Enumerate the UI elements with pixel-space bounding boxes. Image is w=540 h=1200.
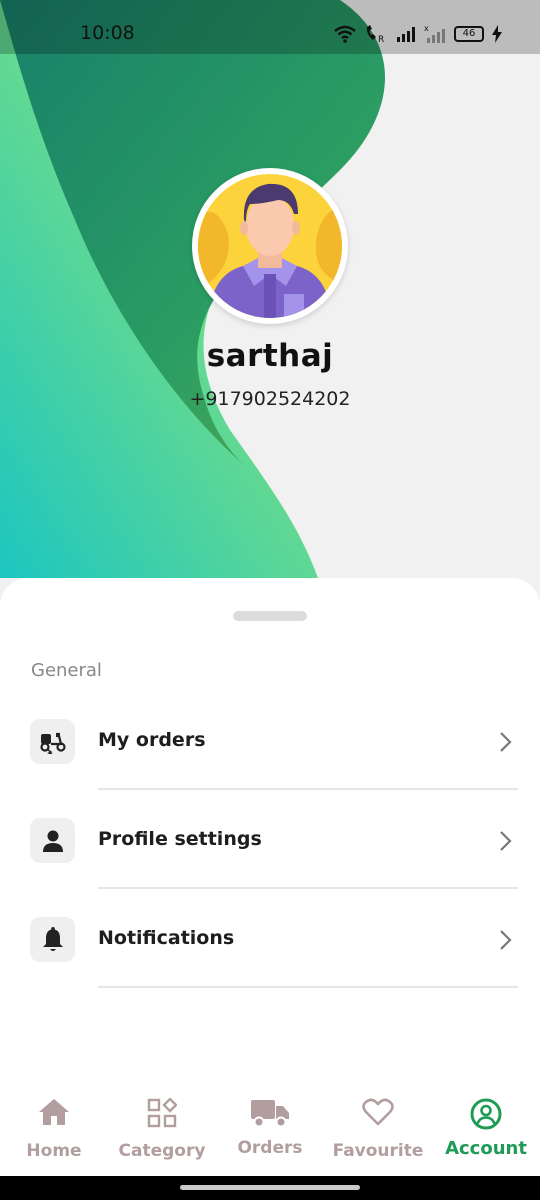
truck-icon <box>216 1098 324 1128</box>
nav-home[interactable]: Home <box>0 1088 108 1176</box>
profile-phone: +917902524202 <box>189 388 351 410</box>
battery-indicator: 46 <box>454 26 484 42</box>
category-grid-icon <box>108 1098 216 1128</box>
menu-item-label: Notifications <box>98 927 235 949</box>
svg-text:R: R <box>378 35 384 44</box>
charging-icon <box>492 25 502 43</box>
nav-account[interactable]: Account <box>432 1088 540 1176</box>
nav-orders[interactable]: Orders <box>216 1088 324 1176</box>
status-bar: 10:08 R x 46 <box>0 0 540 54</box>
avatar-image <box>198 174 342 318</box>
menu-item-my-orders[interactable]: My orders <box>0 578 540 790</box>
wifi-icon <box>334 25 356 43</box>
bell-icon <box>30 917 75 962</box>
account-menu-sheet: General My orders Profile settings Notif… <box>0 578 540 1098</box>
menu-item-profile-settings[interactable]: Profile settings <box>0 677 540 889</box>
avatar[interactable] <box>192 168 348 324</box>
divider <box>98 986 518 988</box>
signal-no-service-icon: x <box>424 24 445 43</box>
divider <box>98 887 518 889</box>
menu-item-notifications[interactable]: Notifications <box>0 776 540 988</box>
nav-category[interactable]: Category <box>108 1088 216 1176</box>
status-icons: R x 46 <box>334 22 502 46</box>
nav-label: Home <box>26 1141 82 1161</box>
signal-strength-icon <box>397 27 415 42</box>
home-gesture-pill[interactable] <box>180 1185 360 1190</box>
svg-text:x: x <box>424 24 429 33</box>
system-navigation-bar <box>0 1176 540 1200</box>
status-time: 10:08 <box>80 22 135 44</box>
nav-label: Orders <box>237 1138 303 1158</box>
nav-label: Account <box>445 1138 527 1159</box>
account-circle-icon <box>432 1098 540 1130</box>
profile-name: sarthaj <box>206 338 334 374</box>
nav-label: Category <box>118 1141 206 1161</box>
home-icon <box>0 1098 108 1126</box>
wifi-calling-icon: R <box>366 25 384 44</box>
chevron-right-icon <box>500 930 512 950</box>
nav-label: Favourite <box>332 1141 424 1161</box>
nav-favourite[interactable]: Favourite <box>324 1088 432 1176</box>
bottom-navigation: Home Category Orders Favourite Account <box>0 1088 540 1176</box>
heart-icon <box>324 1098 432 1126</box>
